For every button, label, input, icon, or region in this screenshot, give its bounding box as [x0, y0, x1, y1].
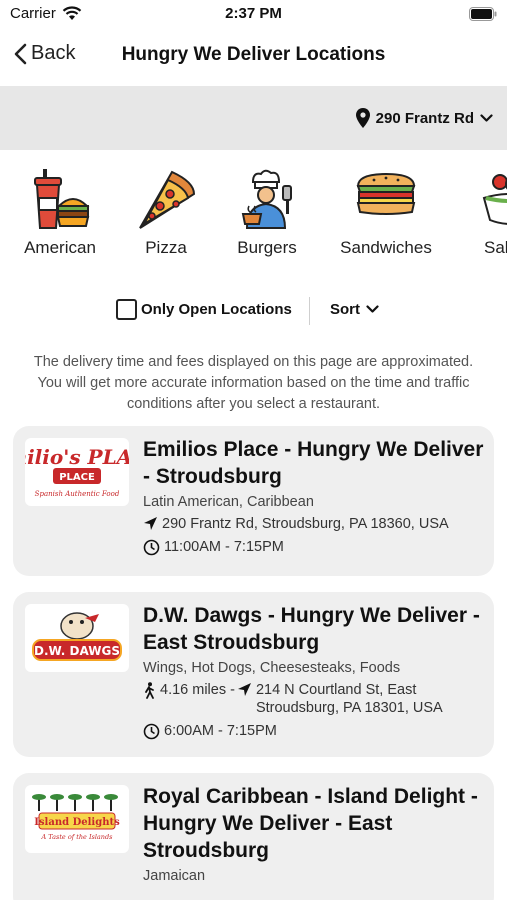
category-pizza[interactable]: Pizza	[130, 168, 202, 258]
location-address: 290 Frantz Rd	[375, 109, 474, 127]
clock-icon	[143, 539, 160, 556]
category-salads[interactable]: Salads	[474, 168, 507, 258]
restaurant-info: D.W. Dawgs - Hungry We Deliver - East St…	[143, 602, 487, 740]
category-label: American	[24, 238, 96, 257]
location-arrow-icon	[237, 683, 251, 696]
sort-button[interactable]: Sort	[330, 301, 379, 318]
map-pin-icon	[355, 108, 370, 128]
clock-icon	[143, 723, 160, 740]
location-arrow-icon	[144, 517, 157, 530]
restaurant-info: Emilios Place - Hungry We Deliver - Stro…	[143, 436, 487, 556]
category-carousel[interactable]: American Pizza Burgers Sandwiches Sal	[0, 160, 507, 270]
restaurant-card[interactable]: Emilio's PLACE PLACE Spanish Authentic F…	[13, 426, 494, 576]
status-bar: Carrier 2:37 PM	[0, 0, 507, 30]
category-american[interactable]: American	[22, 168, 98, 258]
soda-burger-icon	[34, 169, 90, 229]
restaurant-cuisine: Jamaican	[143, 868, 206, 884]
restaurant-name: Royal Caribbean - Island Delight - Hungr…	[143, 785, 478, 862]
restaurant-logo: D.W. DAWGS	[25, 604, 129, 672]
only-open-label: Only Open Locations	[141, 301, 292, 318]
chevron-down-icon	[480, 113, 493, 122]
restaurant-hours-row: 6:00AM - 7:15PM	[143, 722, 487, 740]
restaurant-card[interactable]: Island Delights A Taste of the Islands R…	[13, 773, 494, 900]
category-label: Pizza	[145, 238, 187, 257]
restaurant-hours: 11:00AM - 7:15PM	[164, 539, 284, 555]
logo-text: Island Delights	[34, 817, 120, 828]
navigation-bar: Back Hungry We Deliver Locations	[0, 30, 507, 86]
restaurant-name: D.W. Dawgs - Hungry We Deliver - East St…	[143, 604, 480, 654]
restaurant-cuisine: Latin American, Caribbean	[143, 494, 314, 510]
svg-text:PLACE: PLACE	[59, 472, 95, 483]
logo-subtext: Spanish Authentic Food	[35, 490, 120, 498]
category-label: Burgers	[237, 238, 297, 257]
restaurant-hours-row: 11:00AM - 7:15PM	[143, 538, 487, 556]
restaurant-address: 290 Frantz Rd, Stroudsburg, PA 18360, US…	[162, 516, 449, 532]
logo-text: Emilio's PLACE	[25, 445, 129, 469]
pizza-slice-icon	[139, 170, 196, 229]
walking-person-icon	[145, 682, 154, 699]
sandwich-icon	[356, 172, 416, 215]
restaurant-logo: Island Delights A Taste of the Islands	[25, 785, 129, 853]
category-sandwiches[interactable]: Sandwiches	[336, 168, 436, 258]
restaurant-hours: 6:00AM - 7:15PM	[164, 723, 277, 739]
sort-label: Sort	[330, 301, 360, 318]
logo-text: D.W. DAWGS	[34, 644, 120, 658]
restaurant-cuisine: Wings, Hot Dogs, Cheesesteaks, Foods	[143, 660, 401, 676]
filter-divider	[309, 297, 310, 325]
checkbox-box[interactable]	[116, 299, 137, 320]
restaurant-address-row: 290 Frantz Rd, Stroudsburg, PA 18360, US…	[143, 515, 487, 533]
restaurant-card[interactable]: D.W. DAWGS D.W. Dawgs - Hungry We Delive…	[13, 592, 494, 757]
category-burgers[interactable]: Burgers	[233, 168, 301, 258]
restaurant-distance: 4.16 miles -	[160, 682, 235, 698]
battery-icon	[469, 7, 497, 21]
chevron-down-icon	[366, 305, 379, 313]
chef-icon	[241, 169, 292, 229]
status-time: 2:37 PM	[225, 5, 282, 22]
location-bar: 290 Frantz Rd	[0, 86, 507, 150]
category-label: Salads	[484, 238, 507, 257]
restaurant-address-row: 4.16 miles - 214 N Courtland St, East St…	[143, 681, 487, 717]
delivery-disclaimer: The delivery time and fees displayed on …	[33, 354, 474, 412]
logo-subtext: A Taste of the Islands	[41, 833, 114, 841]
restaurant-address: 214 N Courtland St, East Stroudsburg, PA…	[255, 682, 443, 716]
category-label: Sandwiches	[340, 238, 432, 257]
restaurant-logo: Emilio's PLACE PLACE Spanish Authentic F…	[25, 438, 129, 506]
location-selector[interactable]: 290 Frantz Rd	[355, 108, 493, 128]
only-open-checkbox[interactable]: Only Open Locations	[116, 299, 292, 320]
restaurant-name: Emilios Place - Hungry We Deliver - Stro…	[143, 438, 484, 488]
page-title: Hungry We Deliver Locations	[121, 44, 386, 65]
restaurant-info: Royal Caribbean - Island Delight - Hungr…	[143, 783, 487, 884]
filter-row: Only Open Locations Sort	[0, 296, 507, 326]
salad-bowl-icon	[482, 174, 507, 225]
